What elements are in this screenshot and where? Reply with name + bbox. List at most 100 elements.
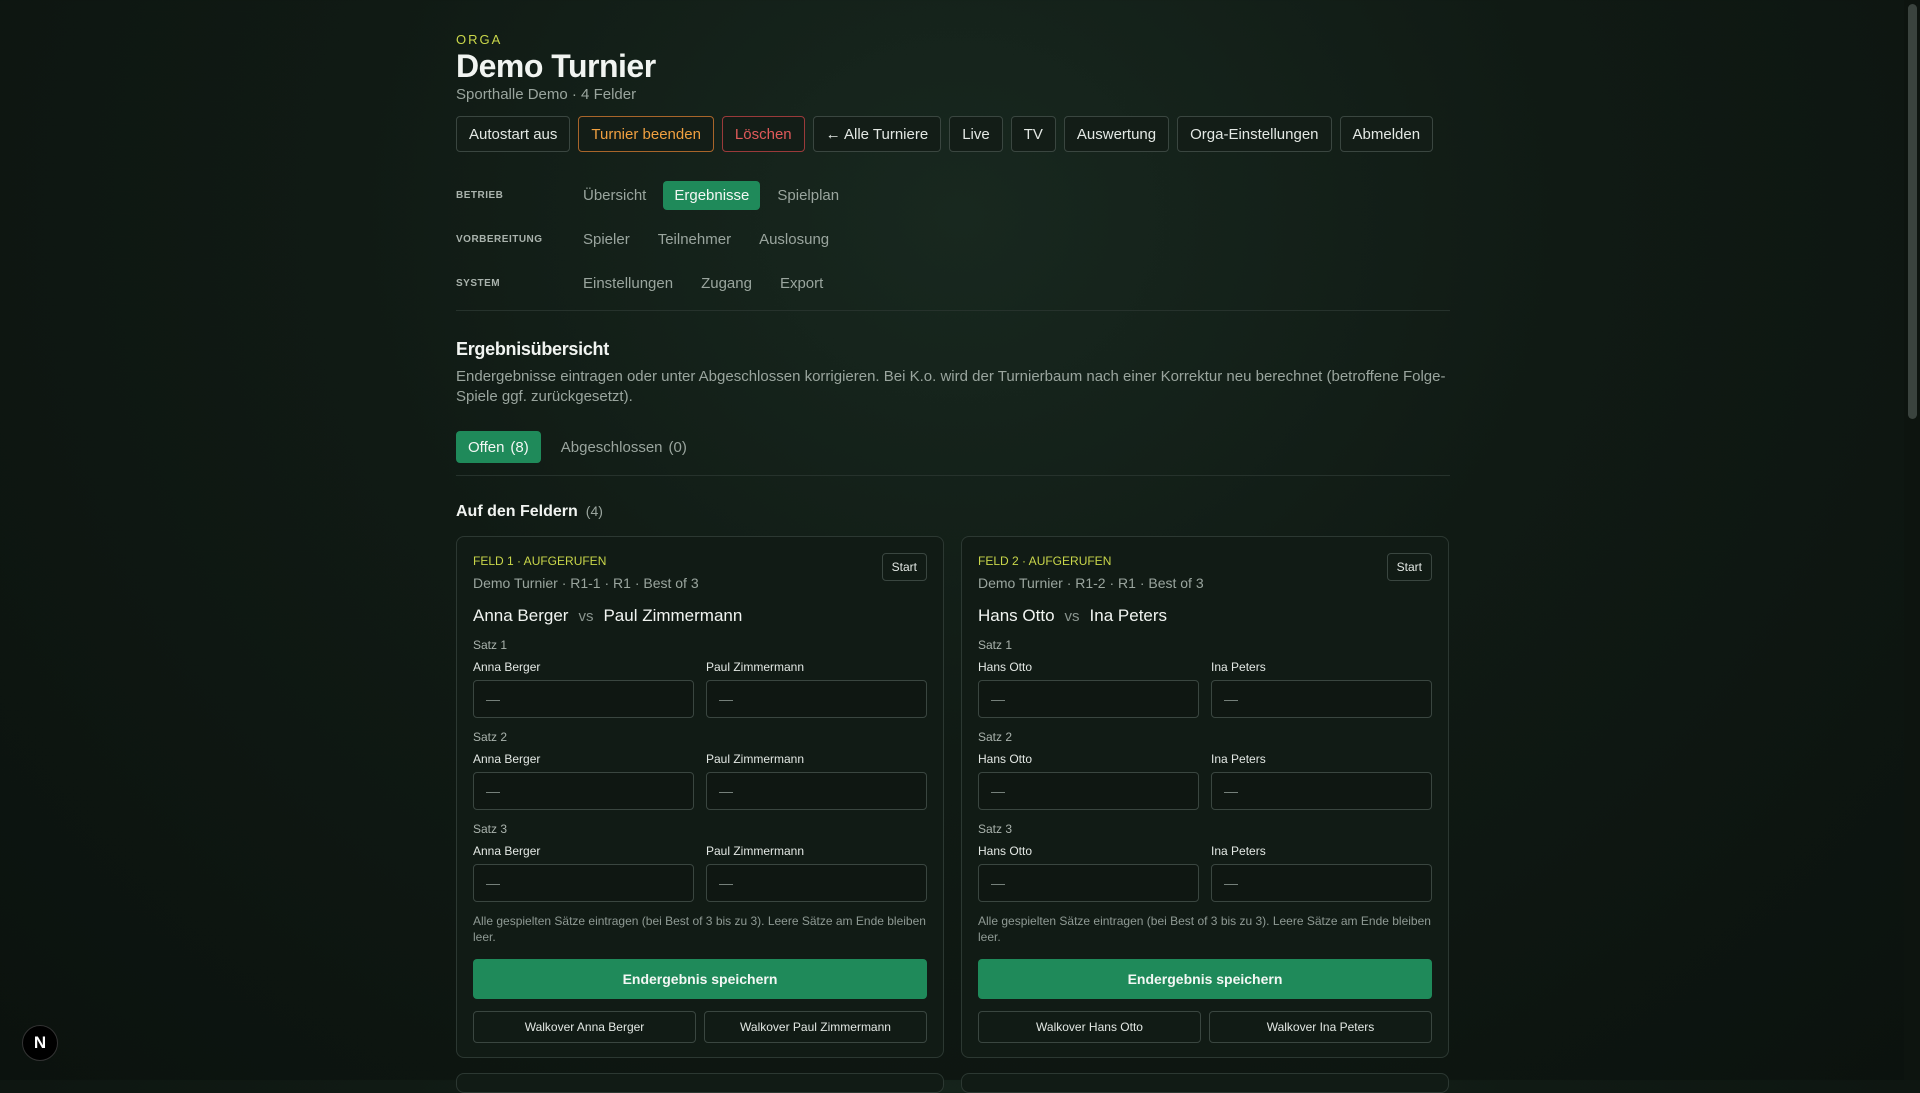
divider	[456, 310, 1450, 311]
nav-item-participants[interactable]: Teilnehmer	[647, 225, 742, 254]
player-a-name: Hans Otto	[978, 606, 1055, 625]
logout-button[interactable]: Abmelden	[1339, 116, 1434, 152]
walkover-b-button[interactable]: Walkover Ina Peters	[1209, 1011, 1432, 1043]
set-hint: Alle gespielten Sätze eintragen (bei Bes…	[978, 914, 1431, 944]
page-scrollbar[interactable]	[1904, 0, 1920, 1080]
nav-group-label: SYSTEM	[456, 278, 501, 289]
nav-group-label: BETRIEB	[456, 190, 504, 201]
walkover-buttons: Walkover Anna Berger Walkover Paul Zimme…	[473, 1011, 927, 1043]
set-player-a-label: Hans Otto	[978, 844, 1033, 858]
nav-item-overview[interactable]: Übersicht	[572, 181, 657, 210]
match-players: Hans Otto vs Ina Peters	[978, 606, 1167, 626]
set-player-b-label: Paul Zimmermann	[706, 752, 805, 766]
set-block: Satz 1 Hans Otto — Ina Peters —	[978, 638, 1432, 718]
set-player-a-label: Hans Otto	[978, 660, 1033, 674]
match-meta: Demo Turnier · R1-2 · R1 · Best of 3	[978, 575, 1204, 591]
set-player-a-label: Anna Berger	[473, 660, 541, 674]
match-meta: Demo Turnier · R1-1 · R1 · Best of 3	[473, 575, 699, 591]
divider	[456, 475, 1450, 476]
tab-label: Abgeschlossen	[560, 438, 663, 456]
set-block: Satz 2 Hans Otto — Ina Peters —	[978, 730, 1432, 810]
score-input-b[interactable]: —	[706, 864, 927, 902]
match-card-partial	[961, 1073, 1449, 1093]
all-tournaments-button[interactable]: ← Alle Turniere	[812, 116, 942, 152]
nav-item-settings[interactable]: Einstellungen	[572, 269, 684, 298]
player-b-name: Ina Peters	[1089, 606, 1168, 625]
score-input-b[interactable]: —	[706, 772, 927, 810]
start-button[interactable]: Start	[1386, 553, 1432, 581]
walkover-b-button[interactable]: Walkover Paul Zimmermann	[704, 1011, 927, 1043]
nav-row-vorbereitung: VORBEREITUNG Spieler Teilnehmer Auslosun…	[456, 225, 846, 254]
devtools-badge-icon[interactable]: N	[22, 1025, 58, 1061]
set-player-a-label: Hans Otto	[978, 752, 1033, 766]
vs-label: vs	[1064, 608, 1080, 625]
save-result-button[interactable]: Endergebnis speichern	[978, 959, 1432, 999]
match-status: FELD 2 · AUFGERUFEN	[978, 554, 1112, 568]
nav-item-export[interactable]: Export	[769, 269, 834, 298]
set-player-b-label: Paul Zimmermann	[706, 844, 805, 858]
set-player-a-label: Anna Berger	[473, 844, 541, 858]
score-input-b[interactable]: —	[1211, 680, 1432, 718]
walkover-a-button[interactable]: Walkover Hans Otto	[978, 1011, 1201, 1043]
score-input-b[interactable]: —	[1211, 864, 1432, 902]
score-input-a[interactable]: —	[473, 772, 694, 810]
set-block: Satz 3 Anna Berger — Paul Zimmermann —	[473, 822, 927, 902]
player-a-name: Anna Berger	[473, 606, 569, 625]
set-player-b-label: Ina Peters	[1211, 844, 1266, 858]
nav-item-schedule[interactable]: Spielplan	[766, 181, 850, 210]
set-player-b-label: Ina Peters	[1211, 660, 1266, 674]
match-card-partial	[456, 1073, 944, 1093]
set-label: Satz 2	[978, 730, 1013, 744]
match-players: Anna Berger vs Paul Zimmermann	[473, 606, 742, 626]
score-input-a[interactable]: —	[978, 772, 1199, 810]
match-card: FELD 2 · AUFGERUFEN Start Demo Turnier ·…	[961, 536, 1449, 1058]
nav-row-system: SYSTEM Einstellungen Zugang Export	[456, 269, 840, 298]
score-input-a[interactable]: —	[978, 864, 1199, 902]
tab-open[interactable]: Offen (8)	[456, 431, 541, 463]
set-hint: Alle gespielten Sätze eintragen (bei Bes…	[473, 914, 926, 944]
player-b-name: Paul Zimmermann	[603, 606, 743, 625]
set-player-b-label: Ina Peters	[1211, 752, 1266, 766]
tab-label: Offen	[468, 438, 505, 456]
walkover-buttons: Walkover Hans Otto Walkover Ina Peters	[978, 1011, 1432, 1043]
score-input-a[interactable]: —	[978, 680, 1199, 718]
walkover-a-button[interactable]: Walkover Anna Berger	[473, 1011, 696, 1043]
nav-item-draw[interactable]: Auslosung	[748, 225, 840, 254]
score-input-a[interactable]: —	[473, 864, 694, 902]
set-label: Satz 1	[978, 638, 1013, 652]
end-tournament-button[interactable]: Turnier beenden	[578, 116, 714, 152]
page-title: Demo Turnier	[456, 48, 656, 84]
results-tabs: Offen (8) Abgeschlossen (0)	[456, 431, 699, 463]
set-label: Satz 3	[978, 822, 1013, 836]
subsection-title: Auf den Feldern	[456, 503, 578, 520]
start-button[interactable]: Start	[881, 553, 927, 581]
autostart-button[interactable]: Autostart aus	[456, 116, 571, 152]
nav-item-players[interactable]: Spieler	[572, 225, 641, 254]
match-status: FELD 1 · AUFGERUFEN	[473, 554, 607, 568]
score-input-b[interactable]: —	[1211, 772, 1432, 810]
evaluation-button[interactable]: Auswertung	[1063, 116, 1170, 152]
set-player-a-label: Anna Berger	[473, 752, 541, 766]
score-input-b[interactable]: —	[706, 680, 927, 718]
save-result-button[interactable]: Endergebnis speichern	[473, 959, 927, 999]
tab-closed[interactable]: Abgeschlossen (0)	[549, 431, 699, 463]
action-bar: Autostart aus Turnier beenden Löschen ← …	[456, 116, 1434, 152]
page-eyebrow: ORGA	[456, 32, 503, 47]
scrollbar-thumb[interactable]	[1908, 4, 1917, 419]
set-label: Satz 2	[473, 730, 508, 744]
score-input-a[interactable]: —	[473, 680, 694, 718]
live-button[interactable]: Live	[949, 116, 1003, 152]
section-description: Endergebnisse eintragen oder unter Abges…	[456, 368, 1446, 405]
tab-count: (8)	[510, 438, 529, 456]
orga-settings-button[interactable]: Orga-Einstellungen	[1177, 116, 1332, 152]
set-block: Satz 2 Anna Berger — Paul Zimmermann —	[473, 730, 927, 810]
subsection-count: (4)	[585, 503, 603, 519]
page-subtitle: Sporthalle Demo · 4 Felder	[456, 86, 637, 103]
nav-row-betrieb: BETRIEB Übersicht Ergebnisse Spielplan	[456, 181, 856, 210]
tv-button[interactable]: TV	[1010, 116, 1056, 152]
delete-button[interactable]: Löschen	[721, 116, 805, 152]
vs-label: vs	[578, 608, 594, 625]
set-player-b-label: Paul Zimmermann	[706, 660, 805, 674]
nav-item-results[interactable]: Ergebnisse	[663, 181, 761, 210]
nav-item-access[interactable]: Zugang	[690, 269, 763, 298]
